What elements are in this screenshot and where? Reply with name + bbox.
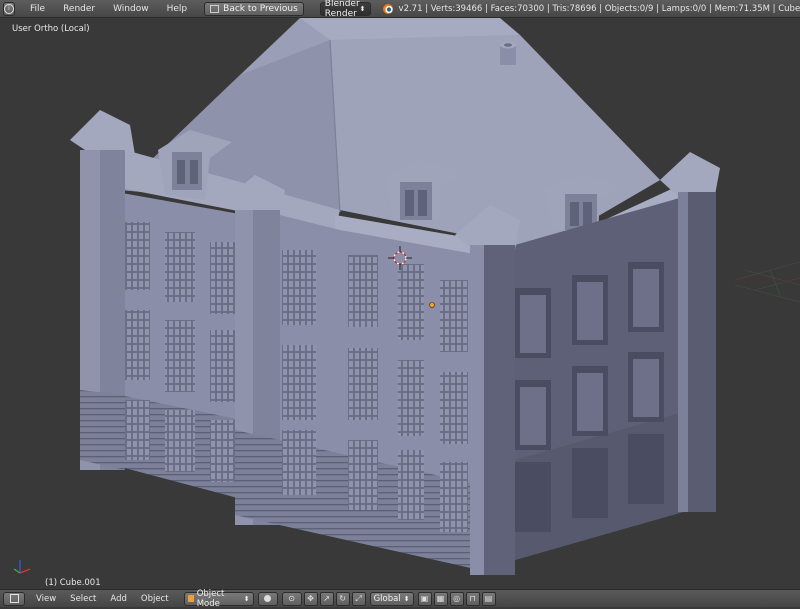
building-model (13, 18, 800, 575)
stats-text: v2.71 | Verts:39466 | Faces:70300 | Tris… (398, 3, 800, 14)
lock-camera-button[interactable]: ▦ (433, 591, 448, 606)
3d-viewport[interactable]: User Ortho (Local) (1) Cube.001 (0, 18, 800, 589)
pivot-point-select[interactable]: ⊙ (281, 591, 302, 606)
3d-view-header: View Select Add Object Object Mode ⬍ ⊙ ✥… (0, 588, 800, 609)
scale-icon: ⤢ (355, 593, 362, 603)
rotate-icon: ↻ (339, 594, 346, 603)
object-origin (429, 302, 435, 308)
arrow-icon: ↗ (323, 594, 330, 603)
menu-file[interactable]: File (21, 0, 54, 18)
snap-toggle[interactable]: ⊓ (465, 591, 480, 606)
render-engine-label: Blender Render (324, 0, 360, 19)
proportional-edit-button[interactable]: ◎ (449, 591, 464, 606)
mode-select[interactable]: Object Mode ⬍ (183, 588, 254, 609)
viewport-view-label: User Ortho (Local) (12, 24, 90, 34)
viewport-editor-type-button[interactable] (3, 591, 25, 606)
sphere-shading-icon (264, 595, 272, 602)
updown-arrow-icon: ⬍ (243, 594, 250, 603)
layer-button[interactable]: ▣ (417, 591, 432, 606)
grid-floor (733, 261, 800, 303)
grid-icon: ▦ (436, 594, 445, 603)
cube-icon (9, 594, 19, 603)
scale-manipulator-button[interactable]: ⤢ (351, 591, 366, 606)
menu-render[interactable]: Render (54, 0, 104, 18)
menu-select[interactable]: Select (63, 594, 103, 604)
render-engine-select[interactable]: Blender Render ⬍ (319, 0, 371, 19)
viewport-shading-select[interactable] (257, 591, 278, 606)
scene-stats: v2.71 | Verts:39466 | Faces:70300 | Tris… (382, 3, 800, 14)
updown-arrow-icon: ⬍ (359, 4, 366, 13)
proportional-icon: ◎ (453, 594, 461, 603)
orientation-label: Global (373, 593, 401, 604)
blender-logo-icon (382, 3, 393, 14)
middle-facade (280, 215, 480, 570)
layer-icon: ▣ (420, 594, 429, 603)
pivot-icon: ⊙ (288, 594, 295, 603)
menu-object[interactable]: Object (134, 594, 176, 604)
transform-orientation-select[interactable]: Global ⬍ (369, 591, 414, 606)
axis-gizmo (13, 560, 31, 574)
mode-label: Object Mode (196, 588, 225, 609)
translate-manipulator-button[interactable]: ↗ (319, 591, 334, 606)
screen-icon (210, 4, 220, 13)
manipulator-toggle[interactable]: ✥ (303, 591, 318, 606)
render-preview-button[interactable]: ▤ (481, 591, 496, 606)
updown-arrow-icon: ⬍ (403, 594, 410, 603)
manipulator-icon: ✥ (307, 594, 314, 603)
magnet-icon: ⊓ (469, 594, 476, 603)
active-object-label: (1) Cube.001 (45, 578, 101, 588)
camera-icon: ▤ (484, 594, 493, 603)
back-to-previous-button[interactable]: Back to Previous (204, 1, 304, 16)
menu-window[interactable]: Window (104, 0, 158, 18)
info-icon: i (4, 3, 14, 14)
menu-help[interactable]: Help (158, 0, 197, 18)
menu-add[interactable]: Add (103, 594, 133, 604)
rotate-manipulator-button[interactable]: ↻ (335, 591, 350, 606)
back-to-previous-label: Back to Previous (223, 3, 298, 14)
object-mode-icon (187, 595, 194, 602)
editor-type-button[interactable]: i (3, 1, 15, 16)
info-header: i File Render Window Help Back to Previo… (0, 0, 800, 19)
menu-view[interactable]: View (29, 594, 63, 604)
